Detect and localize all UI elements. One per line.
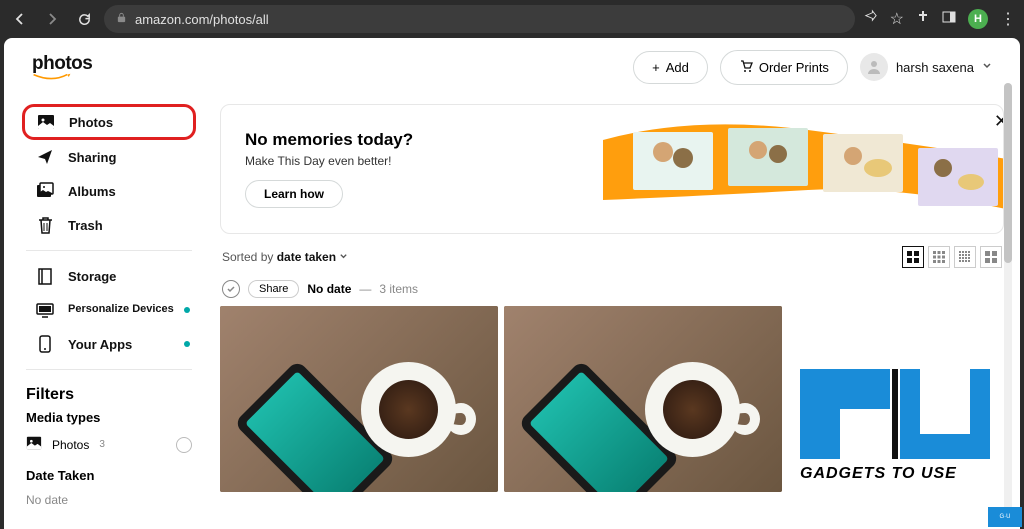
notification-dot [184,341,190,347]
sidebar-item-label: Albums [68,184,116,199]
sidebar-item-label: Sharing [68,150,116,165]
view-list[interactable] [980,246,1002,268]
phone-icon [36,335,54,353]
reload-button[interactable] [72,7,96,31]
sidebar-item-albums[interactable]: Albums [22,174,196,208]
order-prints-button[interactable]: Order Prints [720,50,848,85]
filters-heading: Filters [26,386,192,404]
group-header: Share No date — 3 items [220,276,1004,306]
filter-photos[interactable]: Photos 3 [26,431,192,458]
back-button[interactable] [8,7,32,31]
image-icon [26,435,42,454]
sidebar-item-apps[interactable]: Your Apps [22,327,196,361]
amazon-smile-icon [32,73,72,81]
sidebar-item-storage[interactable]: Storage [22,259,196,293]
sidebar-item-personalize[interactable]: Personalize Devices [22,293,196,327]
extensions-icon[interactable] [916,10,930,29]
sort-bar: Sorted by date taken [220,234,1004,276]
lock-icon [116,12,127,26]
photo-thumbnail[interactable] [504,306,782,492]
sidebar-item-label: Your Apps [68,337,132,352]
page: photos + Add Order Prints harsh saxena [4,38,1020,529]
media-types-label: Media types [26,410,192,425]
sidebar-item-label: Trash [68,218,103,233]
sidebar-item-sharing[interactable]: Sharing [22,140,196,174]
sidebar-item-label: Storage [68,269,116,284]
memories-banner: ✕ No memories today? Make This Day even … [220,104,1004,234]
photo-thumbnail[interactable] [220,306,498,492]
star-icon[interactable]: ☆ [890,9,904,29]
user-name: harsh saxena [896,60,974,75]
chrome-actions: ☆ H ⋮ [863,9,1016,29]
radio[interactable] [176,437,192,453]
plus-icon: + [652,60,660,75]
divider [26,250,192,251]
cart-icon [739,59,753,76]
sidebar-item-photos[interactable]: Photos [22,104,196,140]
book-icon [36,267,54,285]
add-button[interactable]: + Add [633,51,708,84]
trash-icon [36,216,54,234]
url-bar[interactable]: amazon.com/photos/all [104,5,855,33]
group-title: No date [307,282,351,296]
view-small-grid[interactable] [954,246,976,268]
sort-dropdown[interactable]: Sorted by date taken [222,250,348,264]
album-icon [36,182,54,200]
logo-text: photos [32,53,92,75]
browser-chrome: amazon.com/photos/all ☆ H ⋮ [0,0,1024,38]
sidebar: Photos Sharing Albums Trash Storage Pe [4,96,204,529]
forward-button[interactable] [40,7,64,31]
avatar [860,53,888,81]
corner-badge: G·U [988,507,1022,527]
app-header: photos + Add Order Prints harsh saxena [4,38,1020,96]
watermark: GADGETS TO USE [800,369,1000,509]
send-icon [36,148,54,166]
content-area: ✕ No memories today? Make This Day even … [204,96,1020,529]
filmstrip-illustration [593,110,1004,230]
image-icon [37,113,55,131]
group-count: 3 items [379,282,418,296]
chevron-down-icon [339,250,348,264]
banner-title: No memories today? [245,130,413,150]
profile-badge[interactable]: H [968,9,988,29]
date-taken-label: Date Taken [26,468,192,483]
sidebar-item-trash[interactable]: Trash [22,208,196,242]
monitor-icon [36,301,54,319]
notification-dot [184,307,190,313]
watermark-text: GADGETS TO USE [800,465,1000,483]
menu-icon[interactable]: ⋮ [1000,9,1016,29]
sidebar-item-label: Photos [69,115,113,130]
separator: — [359,282,371,296]
banner-subtitle: Make This Day even better! [245,154,413,168]
chevron-down-icon [982,58,992,76]
divider [26,369,192,370]
view-modes [902,246,1002,268]
share-icon[interactable] [863,9,878,29]
learn-how-button[interactable]: Learn how [245,180,343,208]
share-button[interactable]: Share [248,280,299,298]
view-large-grid[interactable] [902,246,924,268]
select-all-check[interactable] [222,280,240,298]
logo[interactable]: photos [32,53,92,81]
user-menu[interactable]: harsh saxena [860,53,992,81]
url-text: amazon.com/photos/all [135,12,269,27]
filter-nodate[interactable]: No date [26,489,192,511]
view-medium-grid[interactable] [928,246,950,268]
sidebar-item-label: Personalize Devices [68,303,174,316]
panel-icon[interactable] [942,10,956,29]
